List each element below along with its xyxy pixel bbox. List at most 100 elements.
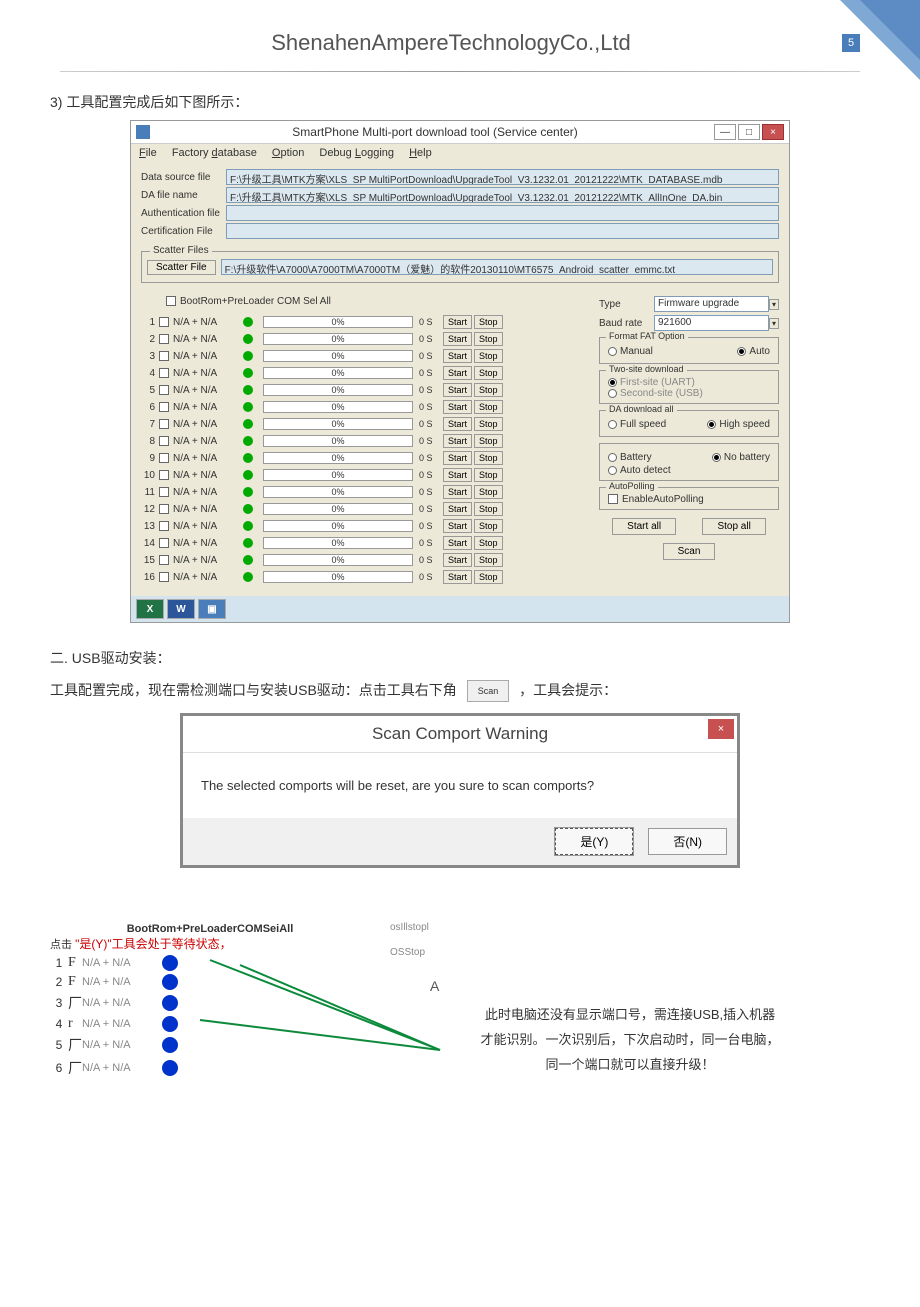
cert-input[interactable]	[226, 223, 779, 239]
port-stop-button[interactable]: Stop	[474, 536, 503, 550]
port-start-button[interactable]: Start	[443, 502, 472, 516]
port-stop-button[interactable]: Stop	[474, 366, 503, 380]
port-stop-button[interactable]: Stop	[474, 519, 503, 533]
scatter-input[interactable]: F:\升级软件\A7000\A7000TM\A7000TM（爱魅）的软件2013…	[221, 259, 773, 275]
port-stop-button[interactable]: Stop	[474, 502, 503, 516]
port-stop-button[interactable]: Stop	[474, 383, 503, 397]
excel-icon[interactable]: X	[136, 599, 164, 619]
port-stop-button[interactable]: Stop	[474, 349, 503, 363]
port-stop-button[interactable]: Stop	[474, 451, 503, 465]
progress-bar: 0%	[263, 350, 413, 362]
waiting-port-row: 6厂N/A + N/A	[50, 1058, 370, 1078]
port-checkbox[interactable]	[159, 504, 169, 514]
word-icon[interactable]: W	[167, 599, 195, 619]
port-time: 0 S	[419, 487, 441, 497]
port-start-button[interactable]: Start	[443, 366, 472, 380]
status-dot-icon	[243, 351, 253, 361]
dialog-yes-button[interactable]: 是(Y)	[555, 828, 633, 855]
auth-input[interactable]	[226, 205, 779, 221]
scan-button-inline: Scan	[467, 680, 510, 702]
port-start-button[interactable]: Start	[443, 400, 472, 414]
port-start-button[interactable]: Start	[443, 315, 472, 329]
port-start-button[interactable]: Start	[443, 434, 472, 448]
type-select[interactable]: Firmware upgrade	[654, 296, 769, 312]
port-stop-button[interactable]: Stop	[474, 400, 503, 414]
start-all-button[interactable]: Start all	[612, 518, 676, 535]
menu-help[interactable]: Help	[409, 147, 432, 159]
port-stop-button[interactable]: Stop	[474, 553, 503, 567]
fat-manual-radio[interactable]	[608, 347, 617, 356]
port-checkbox[interactable]	[159, 419, 169, 429]
maximize-button[interactable]: □	[738, 124, 760, 140]
sel-all-checkbox[interactable]	[166, 296, 176, 306]
stop-all-button[interactable]: Stop all	[702, 518, 765, 535]
menu-option[interactable]: Option	[272, 147, 304, 159]
port-stop-button[interactable]: Stop	[474, 468, 503, 482]
port-start-button[interactable]: Start	[443, 417, 472, 431]
battery-radio[interactable]	[608, 453, 617, 462]
datasource-input[interactable]: F:\升级工具\MTK方案\XLS_SP MultiPortDownload\U…	[226, 169, 779, 185]
scatter-file-button[interactable]: Scatter File	[147, 260, 216, 275]
menu-factory[interactable]: Factory database	[172, 147, 257, 159]
enable-polling-checkbox[interactable]	[608, 494, 618, 504]
port-start-button[interactable]: Start	[443, 383, 472, 397]
port-start-button[interactable]: Start	[443, 349, 472, 363]
port-time: 0 S	[419, 351, 441, 361]
battery-group: BatteryNo battery Auto detect	[599, 443, 779, 481]
port-start-button[interactable]: Start	[443, 536, 472, 550]
port-checkbox[interactable]	[159, 521, 169, 531]
menu-debug[interactable]: Debug Logging	[319, 147, 394, 159]
type-label: Type	[599, 299, 654, 310]
nobattery-radio[interactable]	[712, 453, 721, 462]
dropdown-icon[interactable]: ▾	[769, 318, 779, 329]
port-checkbox[interactable]	[159, 572, 169, 582]
port-checkbox[interactable]	[159, 453, 169, 463]
nobattery-label: No battery	[724, 452, 770, 463]
port-start-button[interactable]: Start	[443, 451, 472, 465]
port-checkbox[interactable]	[159, 334, 169, 344]
port-checkbox[interactable]	[159, 436, 169, 446]
port-stop-button[interactable]: Stop	[474, 315, 503, 329]
port-start-button[interactable]: Start	[443, 553, 472, 567]
dafile-input[interactable]: F:\升级工具\MTK方案\XLS_SP MultiPortDownload\U…	[226, 187, 779, 203]
autodetect-radio[interactable]	[608, 466, 617, 475]
port-stop-button[interactable]: Stop	[474, 570, 503, 584]
port-stop-button[interactable]: Stop	[474, 332, 503, 346]
port-stop-button[interactable]: Stop	[474, 417, 503, 431]
minimize-button[interactable]: —	[714, 124, 736, 140]
port-num: 6	[141, 402, 159, 413]
fat-auto-radio[interactable]	[737, 347, 746, 356]
port-checkbox[interactable]	[159, 351, 169, 361]
waiting-port-row: 4rN/A + N/A	[50, 1016, 370, 1032]
dropdown-icon[interactable]: ▾	[769, 299, 779, 310]
port-start-button[interactable]: Start	[443, 332, 472, 346]
port-checkbox[interactable]	[159, 470, 169, 480]
port-num: 8	[141, 436, 159, 447]
port-checkbox[interactable]	[159, 317, 169, 327]
port-checkbox[interactable]	[159, 487, 169, 497]
port-start-button[interactable]: Start	[443, 519, 472, 533]
port-stop-button[interactable]: Stop	[474, 485, 503, 499]
port-start-button[interactable]: Start	[443, 485, 472, 499]
port-checkbox[interactable]	[159, 368, 169, 378]
baud-select[interactable]: 921600	[654, 315, 769, 331]
app-taskbar-icon[interactable]: ▣	[198, 599, 226, 619]
close-button[interactable]: ×	[762, 124, 784, 140]
dialog-no-button[interactable]: 否(N)	[648, 828, 727, 855]
port-na: N/A + N/A	[173, 487, 233, 498]
full-speed-radio[interactable]	[608, 420, 617, 429]
port-start-button[interactable]: Start	[443, 468, 472, 482]
high-speed-radio[interactable]	[707, 420, 716, 429]
scan-button[interactable]: Scan	[663, 543, 716, 560]
port-checkbox[interactable]	[159, 555, 169, 565]
para1-a: 工具配置完成，现在需检测端口与安装USB驱动：点击工具右下角	[50, 682, 457, 698]
second-site-radio[interactable]	[608, 389, 617, 398]
first-site-radio[interactable]	[608, 378, 617, 387]
port-checkbox[interactable]	[159, 538, 169, 548]
port-stop-button[interactable]: Stop	[474, 434, 503, 448]
port-start-button[interactable]: Start	[443, 570, 472, 584]
menu-file[interactable]: File	[139, 147, 157, 159]
port-checkbox[interactable]	[159, 402, 169, 412]
port-checkbox[interactable]	[159, 385, 169, 395]
dialog-close-button[interactable]: ×	[708, 719, 734, 739]
